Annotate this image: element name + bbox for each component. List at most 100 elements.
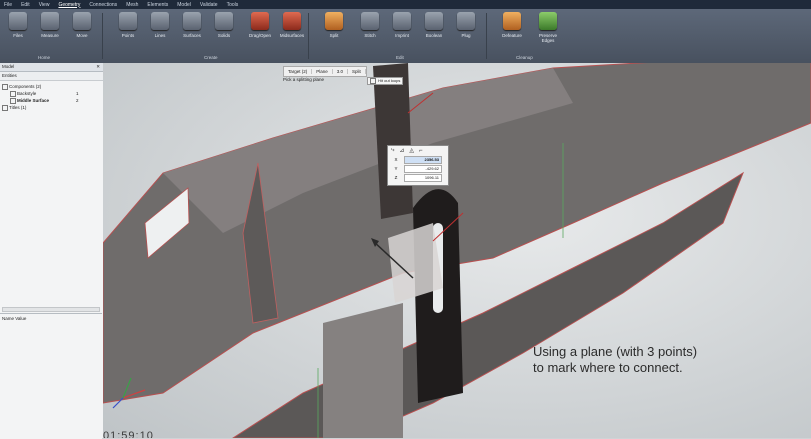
tool-split[interactable]: Split [348,69,366,74]
tree-item[interactable]: Components (2) [0,83,103,90]
split-toolbar: Target (2) Plane 3.0 Split [283,66,367,77]
button-label: Move [76,33,88,38]
button-label: Plug [461,33,471,38]
ribbon-separator [308,13,309,59]
button-label: Defeature [502,33,522,38]
files-icon [9,12,27,30]
preserve-edges-button[interactable]: Preserve Edges [532,12,564,54]
split-button[interactable]: Split [318,12,350,54]
drag-open-icon [251,12,269,30]
menu-bar: File Edit View Geometry Connections Mesh Eleme… [0,0,811,9]
move-icon [73,12,91,30]
button-label: Split [329,33,339,38]
tab-entities[interactable]: Entities [2,73,17,78]
ribbon-toolbar: Files Measure Move Points Lines Surfaces Solid… [0,9,811,64]
menu-item-geometry[interactable]: Geometry [58,2,80,8]
panel-tabs: Entities [0,72,103,81]
button-label: Measure [41,33,59,38]
menu-item-tools[interactable]: Tools [227,2,239,8]
points-button[interactable]: Points [112,12,144,54]
menu-item-validate[interactable]: Validate [200,2,218,8]
boolean-button[interactable]: Boolean [418,12,450,54]
tree-item-label: Middle Surface [17,98,50,103]
snap-icon[interactable]: ⤷ [391,147,394,154]
button-label: Boolean [425,33,443,38]
menu-item-model[interactable]: Model [177,2,191,8]
plug-button[interactable]: Plug [450,12,482,54]
button-label: Stitch [364,33,376,38]
ribbon-group-edit: Edit [396,55,404,60]
coord-input-z[interactable]: 1096.11 [404,173,442,182]
button-label: Midsurfaces [279,33,305,38]
move-button[interactable]: Move [66,12,98,54]
visibility-checkbox[interactable] [2,83,8,90]
coord-input-y[interactable]: -429.62 [404,164,442,173]
lines-button[interactable]: Lines [144,12,176,54]
visibility-checkbox[interactable] [10,90,16,97]
entity-tree: Components (2) Backstyle 1 Middle Surface 2 T… [0,81,103,111]
tool-3-0[interactable]: 3.0 [333,69,349,74]
tool-target-2-[interactable]: Target (2) [284,69,313,74]
menu-item-view[interactable]: View [39,2,50,8]
split-icon [325,12,343,30]
measure-button[interactable]: Measure [34,12,66,54]
ribbon-separator [486,13,487,59]
tree-item[interactable]: Middle Surface 2 [0,97,103,104]
menu-item-connections[interactable]: Connections [89,2,117,8]
visibility-checkbox[interactable] [2,104,8,111]
imprint-icon [393,12,411,30]
tree-item-label: Backstyle [17,91,37,96]
stitch-icon [361,12,379,30]
solids-icon [215,12,233,30]
coord-label: Y [394,166,398,171]
edge-icon[interactable]: ⌐ [419,148,423,154]
model-graphics[interactable] [103,63,811,438]
graphics-viewport[interactable]: Target (2) Plane 3.0 Split Pick a splitting… [103,63,811,438]
prompt-hint: Pick a splitting plane [283,77,325,82]
coord-input-x[interactable]: 2356.53 [404,155,442,164]
visibility-checkbox[interactable] [10,97,16,104]
solids-button[interactable]: Solids [208,12,240,54]
button-label: Drag/Open [248,33,271,38]
tree-item-count: 2 [76,98,79,103]
button-label: Lines [154,33,166,38]
measure-icon [41,12,59,30]
ribbon-group-home: Home [38,55,51,60]
surfaces-button[interactable]: Surfaces [176,12,208,54]
option-checkbox[interactable]: Hit out loops [367,77,404,85]
plug-icon [457,12,475,30]
caption-line: Using a plane (with 3 points) [533,344,698,359]
measure-icon[interactable]: ⊿ [399,147,404,154]
timestamp-overlay: 01:59:10 [103,430,154,438]
menu-item-elements[interactable]: Elements [147,2,168,8]
menu-item-mesh[interactable]: Mesh [126,2,138,8]
vertex-icon[interactable]: ◬ [409,147,414,154]
coord-row-z: Z 1096.11 [388,173,448,182]
midsurfaces-button[interactable]: Midsurfaces [276,12,308,54]
menu-item-edit[interactable]: Edit [21,2,30,8]
stitch-button[interactable]: Stitch [354,12,386,54]
ribbon-group-create: Create [204,55,218,60]
checkbox-label: Hit out loops [378,78,401,84]
lines-icon [151,12,169,30]
close-icon[interactable]: ✕ [96,63,100,71]
properties-header: Name Value [2,316,27,321]
button-label: Files [13,33,23,38]
ribbon-separator [102,13,103,59]
points-icon [119,12,137,30]
files-button[interactable]: Files [2,12,34,54]
defeature-button[interactable]: Defeature [496,12,528,54]
imprint-button[interactable]: Imprint [386,12,418,54]
tool-plane[interactable]: Plane [312,69,333,74]
tree-item[interactable]: Backstyle 1 [0,90,103,97]
tree-item[interactable]: Titles (1) [0,104,103,111]
drag-open-button[interactable]: Drag/Open [244,12,276,54]
tree-item-label: Components (2) [9,84,42,89]
horizontal-scrollbar[interactable] [2,307,100,312]
menu-item-file[interactable]: File [4,2,12,8]
preserve-edges-icon [539,12,557,30]
surfaces-icon [183,12,201,30]
panel-title-label: Model [2,64,15,69]
button-label: Points [121,33,135,38]
checkbox-box[interactable] [370,78,376,84]
